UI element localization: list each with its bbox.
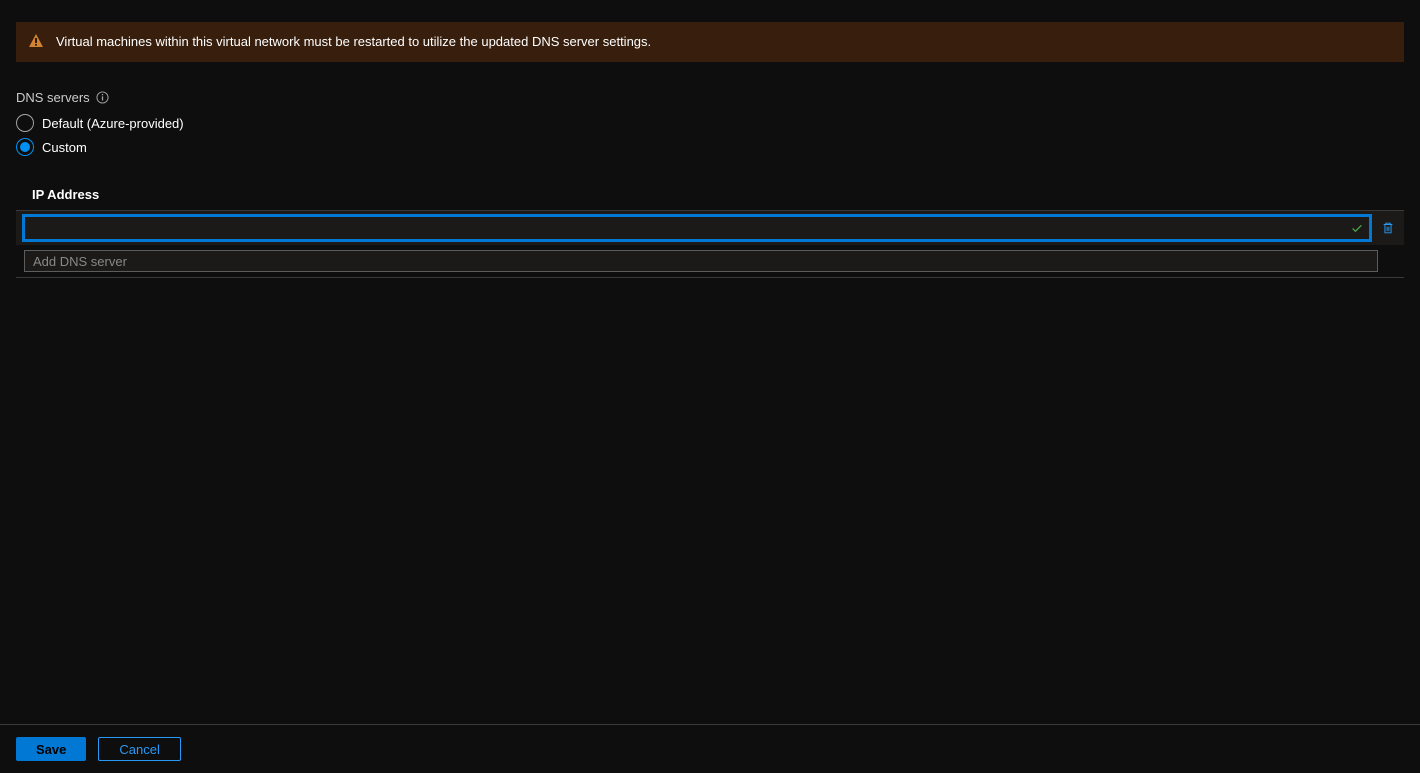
cancel-button[interactable]: Cancel [98, 737, 180, 761]
ip-address-row [16, 211, 1404, 245]
warning-banner: Virtual machines within this virtual net… [16, 22, 1404, 62]
ip-address-input[interactable] [24, 216, 1370, 240]
footer-bar: Save Cancel [0, 724, 1420, 773]
save-button[interactable]: Save [16, 737, 86, 761]
ip-input-cell [24, 216, 1370, 240]
info-icon[interactable] [96, 91, 109, 104]
warning-text: Virtual machines within this virtual net… [56, 34, 651, 49]
warning-icon [28, 33, 44, 49]
content-area: Virtual machines within this virtual net… [0, 0, 1420, 724]
ip-address-table [16, 210, 1404, 278]
dns-servers-label-text: DNS servers [16, 90, 90, 105]
ip-address-section: IP Address [16, 187, 1404, 278]
add-dns-server-input[interactable] [24, 250, 1378, 272]
dns-servers-label: DNS servers [16, 90, 1404, 105]
delete-row-button[interactable] [1376, 216, 1400, 240]
radio-circle-icon [16, 114, 34, 132]
radio-custom[interactable]: Custom [16, 135, 1404, 159]
add-dns-row [16, 245, 1404, 277]
add-dns-cell [24, 250, 1378, 272]
radio-default-azure[interactable]: Default (Azure-provided) [16, 111, 1404, 135]
radio-default-label: Default (Azure-provided) [42, 116, 184, 131]
radio-custom-label: Custom [42, 140, 87, 155]
ip-address-column-header: IP Address [16, 187, 1404, 210]
radio-circle-icon [16, 138, 34, 156]
dns-servers-panel: Virtual machines within this virtual net… [0, 0, 1420, 773]
dns-servers-radio-group: Default (Azure-provided) Custom [16, 111, 1404, 159]
